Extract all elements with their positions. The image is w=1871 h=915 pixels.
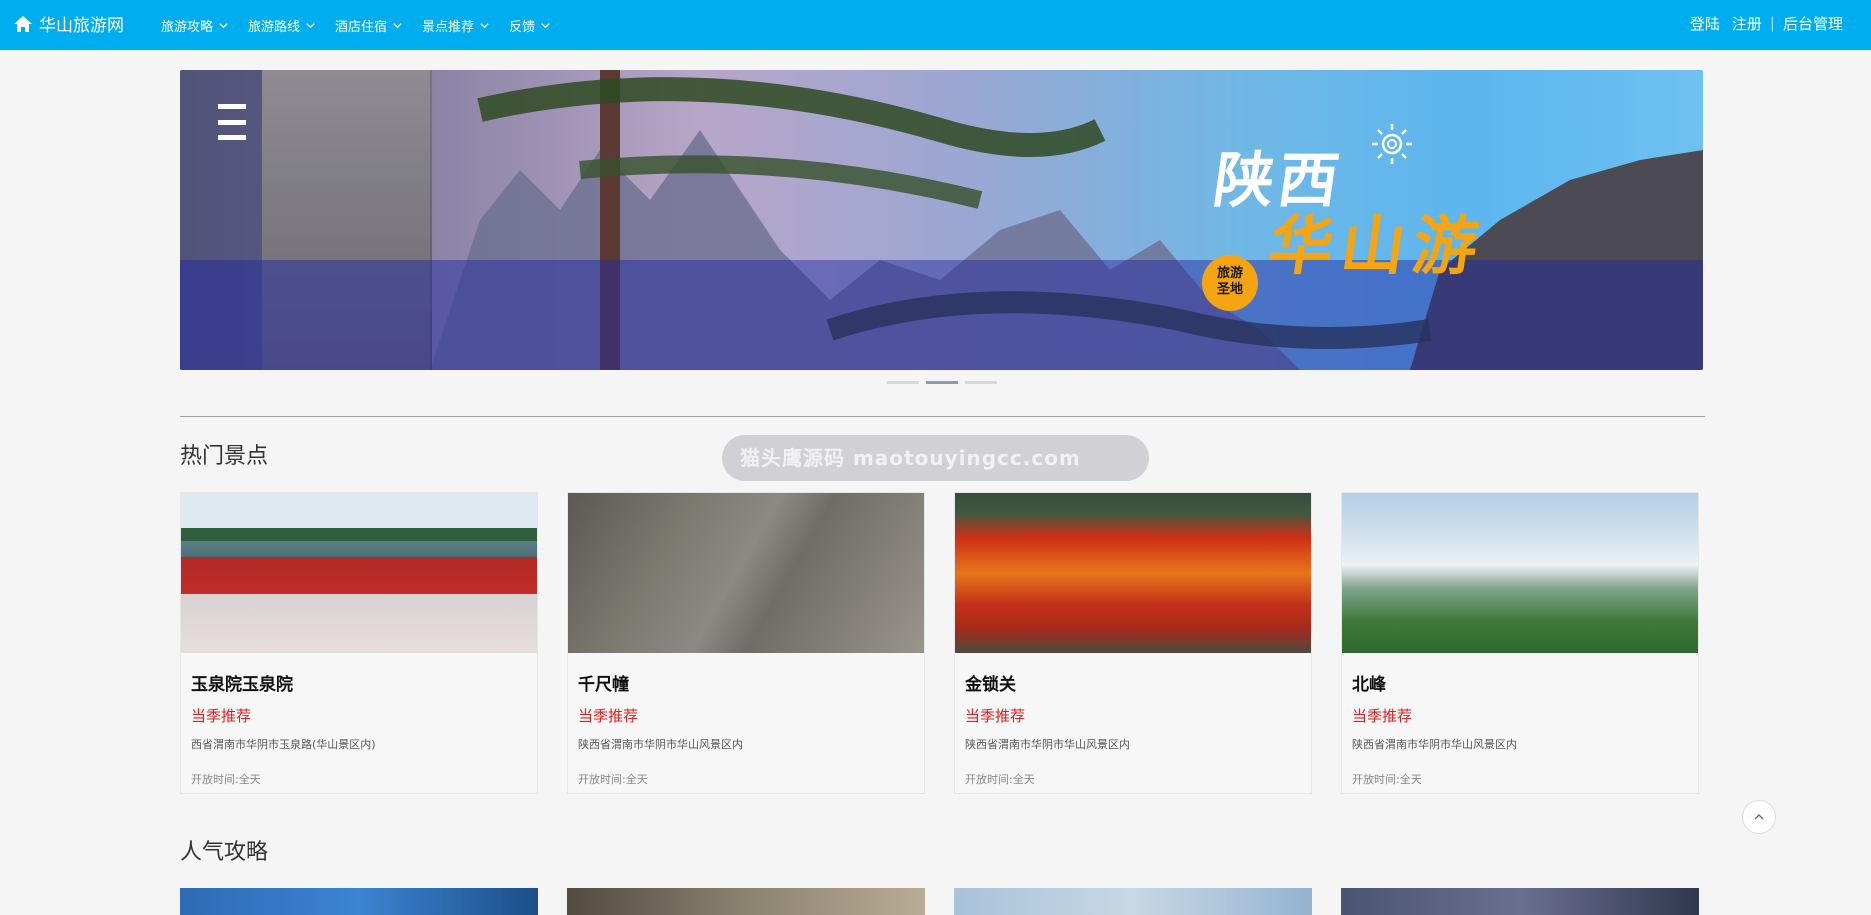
- spot-address: 陕西省渭南市华阴市华山风景区内: [1352, 738, 1517, 751]
- spot-name: 玉泉院玉泉院: [191, 675, 293, 695]
- spot-hours: 开放时间:全天: [1352, 773, 1422, 786]
- spot-card[interactable]: 金锁关 当季推荐 陕西省渭南市华阴市华山风景区内 开放时间:全天: [954, 492, 1312, 794]
- brand-name: 华山旅游网: [39, 16, 124, 36]
- menu-item-label: 酒店住宿: [335, 19, 388, 35]
- section-divider: [180, 416, 1705, 417]
- chevron-down-icon: [393, 22, 402, 28]
- spot-name: 千尺幢: [578, 675, 629, 695]
- hot-spots-title: 热门景点: [180, 444, 269, 469]
- menu-item-label: 旅游路线: [248, 19, 301, 35]
- menu-item-label: 旅游攻略: [161, 19, 214, 35]
- spot-hours: 开放时间:全天: [578, 773, 648, 786]
- home-icon: [14, 15, 32, 32]
- guide-card-image[interactable]: [180, 888, 538, 915]
- popular-guides-list: [180, 888, 1705, 915]
- spot-tag: 当季推荐: [965, 707, 1026, 725]
- main-menu: 旅游攻略 旅游路线 酒店住宿 景点推荐 反馈: [161, 0, 570, 50]
- admin-link[interactable]: 后台管理: [1783, 13, 1843, 34]
- spot-card[interactable]: 玉泉院玉泉院 当季推荐 西省渭南市华阴市玉泉路(华山景区内) 开放时间:全天: [180, 492, 538, 794]
- sun-icon: [1372, 124, 1412, 164]
- spot-image: [181, 493, 537, 653]
- spot-address: 陕西省渭南市华阴市华山风景区内: [965, 738, 1130, 751]
- spot-name: 北峰: [1352, 675, 1386, 695]
- carousel-dot[interactable]: [887, 381, 919, 384]
- separator: |: [1769, 14, 1775, 32]
- badge-line2: 圣地: [1216, 282, 1243, 297]
- spot-tag: 当季推荐: [578, 707, 639, 725]
- spot-image: [1342, 493, 1698, 653]
- carousel-dot-active[interactable]: [926, 381, 958, 384]
- chevron-down-icon: [306, 22, 315, 28]
- banner-carousel[interactable]: 陕西 华山游 旅游 圣地: [180, 70, 1703, 370]
- login-link[interactable]: 登陆: [1690, 13, 1720, 34]
- menu-item-label: 景点推荐: [422, 19, 475, 35]
- spot-hours: 开放时间:全天: [965, 773, 1035, 786]
- menu-item-feedback[interactable]: 反馈: [509, 16, 551, 35]
- spot-image: [955, 493, 1311, 653]
- spot-tag: 当季推荐: [191, 707, 252, 725]
- banner-title-line2: 华山游: [1263, 210, 1491, 284]
- spot-hours: 开放时间:全天: [191, 773, 261, 786]
- carousel-dot[interactable]: [965, 381, 997, 384]
- spot-image: [568, 493, 924, 653]
- menu-item-hotels[interactable]: 酒店住宿: [335, 16, 403, 35]
- brand-link[interactable]: 华山旅游网: [13, 11, 124, 36]
- chevron-down-icon: [541, 22, 550, 28]
- user-links: 登陆 注册 | 后台管理: [1690, 0, 1843, 46]
- popular-guides-title: 人气攻略: [180, 840, 269, 865]
- badge-line1: 旅游: [1216, 266, 1243, 281]
- chevron-down-icon: [219, 22, 228, 28]
- menu-item-guides[interactable]: 旅游攻略: [161, 16, 229, 35]
- spot-card[interactable]: 北峰 当季推荐 陕西省渭南市华阴市华山风景区内 开放时间:全天: [1341, 492, 1699, 794]
- spot-tag: 当季推荐: [1352, 707, 1413, 725]
- carousel-indicators: [887, 381, 997, 384]
- banner-badge: 旅游 圣地: [1202, 255, 1258, 311]
- spot-address: 西省渭南市华阴市玉泉路(华山景区内): [191, 738, 376, 751]
- menu-item-attractions[interactable]: 景点推荐: [422, 16, 490, 35]
- guide-card-image[interactable]: [1341, 888, 1699, 915]
- guide-card-image[interactable]: [567, 888, 925, 915]
- chevron-down-icon: [480, 22, 489, 28]
- spot-card[interactable]: 千尺幢 当季推荐 陕西省渭南市华阴市华山风景区内 开放时间:全天: [567, 492, 925, 794]
- spot-name: 金锁关: [965, 675, 1016, 695]
- top-navbar: 华山旅游网 旅游攻略 旅游路线 酒店住宿 景点推荐 反馈 登陆 注册 | 后台管…: [0, 0, 1871, 50]
- spot-address: 陕西省渭南市华阴市华山风景区内: [578, 738, 743, 751]
- watermark: 猫头鹰源码 maotouyingcc.com: [722, 435, 1149, 481]
- menu-icon[interactable]: [218, 104, 246, 140]
- chevron-up-icon: [1754, 814, 1764, 820]
- menu-item-label: 反馈: [509, 19, 536, 35]
- register-link[interactable]: 注册: [1732, 13, 1762, 34]
- hot-spots-list: 玉泉院玉泉院 当季推荐 西省渭南市华阴市玉泉路(华山景区内) 开放时间:全天 千…: [180, 492, 1705, 794]
- menu-item-routes[interactable]: 旅游路线: [248, 16, 316, 35]
- guide-card-image[interactable]: [954, 888, 1312, 915]
- back-to-top-button[interactable]: [1742, 800, 1776, 834]
